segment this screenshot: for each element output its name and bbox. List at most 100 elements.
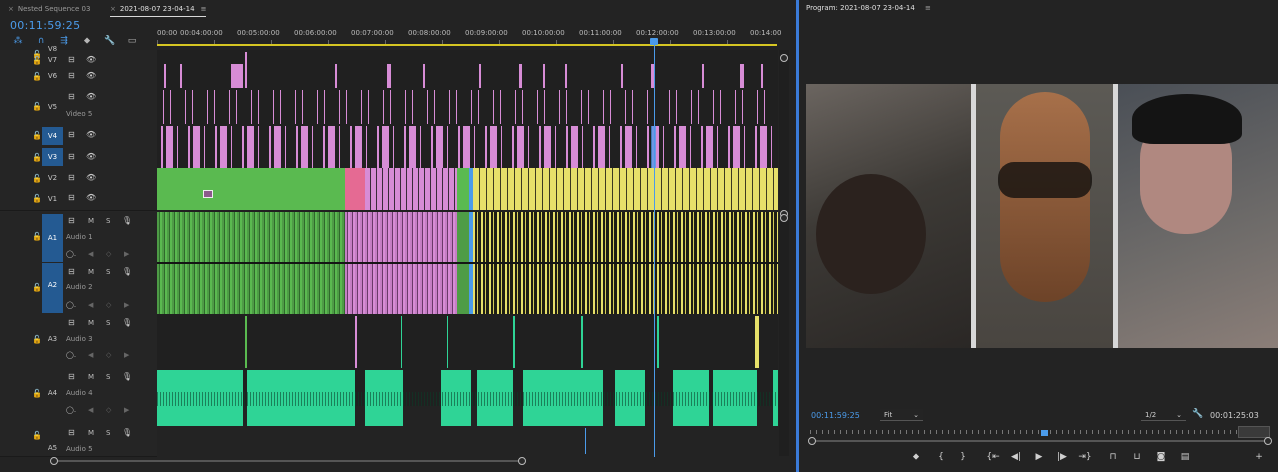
sync-lock-icon[interactable]: ⊟ (68, 267, 75, 276)
solo-button[interactable]: S (106, 373, 110, 381)
track-name-v5[interactable]: V5 (42, 98, 63, 116)
compare-view-icon[interactable]: ▤ (1178, 452, 1192, 462)
playhead-line[interactable] (654, 45, 655, 457)
microphone-icon[interactable]: 🎙 (122, 318, 132, 327)
go-to-in-icon[interactable]: {⇤ (986, 452, 1000, 462)
prev-keyframe-icon[interactable]: ◀ (88, 250, 93, 258)
audio-clip[interactable] (585, 428, 586, 454)
next-keyframe-icon[interactable]: ▶ (124, 250, 129, 258)
scroll-handle[interactable] (808, 437, 816, 445)
track-v5-clips[interactable] (157, 90, 778, 124)
horizontal-scrollbar[interactable] (40, 457, 790, 465)
sync-lock-icon[interactable]: ⊟ (68, 152, 75, 161)
add-keyframe-icon[interactable]: ◇ (106, 351, 111, 359)
sync-lock-icon[interactable]: ⊟ (68, 92, 75, 101)
program-video-frame[interactable] (806, 84, 1278, 348)
sync-lock-icon[interactable]: ⊟ (68, 55, 75, 64)
solo-button[interactable]: S (106, 429, 110, 437)
track-a1-a2-clips[interactable] (157, 212, 778, 314)
video-clip[interactable] (565, 64, 567, 88)
add-keyframe-icon[interactable]: ◇ (106, 406, 111, 414)
solo-button[interactable]: S (106, 268, 110, 276)
track-name-a2[interactable]: A2 (42, 263, 63, 313)
lock-icon[interactable]: 🔓 (32, 283, 42, 292)
add-keyframe-icon[interactable]: ◇ (106, 301, 111, 309)
lock-icon[interactable]: 🔓 (32, 56, 42, 65)
video-clip[interactable] (761, 64, 763, 88)
close-icon[interactable]: × (110, 5, 116, 13)
sync-lock-icon[interactable]: ⊟ (68, 318, 75, 327)
volume-knob-icon[interactable]: ◯. (66, 351, 76, 359)
time-ruler[interactable]: 00:00 00:04:00:00 00:05:00:00 00:06:00:0… (157, 26, 781, 46)
program-scroll-track[interactable] (810, 440, 1268, 442)
lock-icon[interactable]: 🔓 (32, 131, 42, 140)
volume-knob-icon[interactable]: ◯. (66, 406, 76, 414)
video-clip[interactable] (479, 64, 481, 88)
sync-lock-icon[interactable]: ⊟ (68, 428, 75, 437)
resolution-select[interactable]: 1/2 ⌄ (1141, 409, 1186, 421)
video-clip[interactable] (164, 64, 166, 88)
in-out-range[interactable] (1238, 426, 1270, 438)
track-name-v4[interactable]: V4 (42, 127, 63, 145)
solo-button[interactable]: S (106, 217, 110, 225)
mute-button[interactable]: M (88, 217, 94, 225)
track-name-v2[interactable]: V2 (42, 169, 63, 187)
video-clip[interactable] (519, 64, 522, 88)
video-clip[interactable] (387, 64, 391, 88)
close-icon[interactable]: × (8, 5, 14, 13)
step-forward-icon[interactable]: |▶ (1055, 452, 1069, 462)
play-icon[interactable]: ▶ (1032, 452, 1046, 462)
eye-icon[interactable]: 👁 (86, 71, 96, 80)
tab-sequence[interactable]: × 2021-08-07 23-04-14 ≡ (110, 2, 207, 17)
vertical-scrollbar[interactable] (779, 50, 789, 456)
mute-button[interactable]: M (88, 268, 94, 276)
video-clip[interactable] (621, 64, 623, 88)
go-to-out-icon[interactable]: ⇥} (1078, 452, 1092, 462)
track-a3-clips[interactable] (157, 316, 778, 368)
scroll-handle[interactable] (780, 54, 788, 62)
mute-button[interactable]: M (88, 319, 94, 327)
video-clip[interactable] (473, 168, 778, 210)
timeline-timecode[interactable]: 00:11:59:25 (10, 19, 80, 32)
audio-clip[interactable] (657, 316, 659, 368)
playhead-handle[interactable] (650, 38, 658, 45)
camera-icon[interactable]: ◙ (1154, 452, 1168, 462)
lock-icon[interactable]: 🔓 (32, 335, 42, 344)
video-clip[interactable] (740, 64, 744, 88)
lock-icon[interactable]: 🔓 (32, 153, 42, 162)
track-a4-clips[interactable] (157, 370, 778, 426)
sync-lock-icon[interactable]: ⊟ (68, 130, 75, 139)
lock-icon[interactable]: 🔓 (32, 194, 42, 203)
audio-clip[interactable] (755, 316, 759, 368)
zoom-select[interactable]: Fit ⌄ (880, 409, 923, 421)
video-clip[interactable] (457, 168, 469, 210)
audio-clip[interactable] (245, 316, 247, 368)
nest-icon[interactable]: ⁂ (12, 36, 24, 47)
eye-icon[interactable]: 👁 (86, 152, 96, 161)
next-keyframe-icon[interactable]: ▶ (124, 351, 129, 359)
next-keyframe-icon[interactable]: ▶ (124, 301, 129, 309)
volume-knob-icon[interactable]: ◯. (66, 250, 76, 258)
volume-knob-icon[interactable]: ◯. (66, 301, 76, 309)
mute-button[interactable]: M (88, 429, 94, 437)
zoom-handle-right[interactable] (518, 457, 526, 465)
lock-icon[interactable]: 🔓 (32, 174, 42, 183)
microphone-icon[interactable]: 🎙 (122, 216, 132, 225)
mark-out-icon[interactable]: } (956, 452, 970, 462)
track-name-v6[interactable]: V6 (42, 67, 63, 85)
mute-button[interactable]: M (88, 373, 94, 381)
lock-icon[interactable]: 🔓 (32, 232, 42, 241)
video-clip[interactable] (423, 64, 425, 88)
audio-clip[interactable] (513, 316, 515, 368)
add-keyframe-icon[interactable]: ◇ (106, 250, 111, 258)
mark-in-icon[interactable]: { (934, 452, 948, 462)
video-clip[interactable] (365, 168, 457, 210)
track-name-a1[interactable]: A1 (42, 214, 63, 262)
zoom-handle-left[interactable] (50, 457, 58, 465)
lock-icon[interactable]: 🔓 (32, 431, 42, 440)
track-v6-clips[interactable] (157, 52, 778, 88)
tab-nested-sequence[interactable]: × Nested Sequence 03 (8, 2, 90, 16)
track-v4-v3-clips[interactable] (157, 126, 778, 168)
scroll-handle[interactable] (780, 214, 788, 222)
wrench-icon[interactable]: 🔧 (1192, 409, 1203, 419)
